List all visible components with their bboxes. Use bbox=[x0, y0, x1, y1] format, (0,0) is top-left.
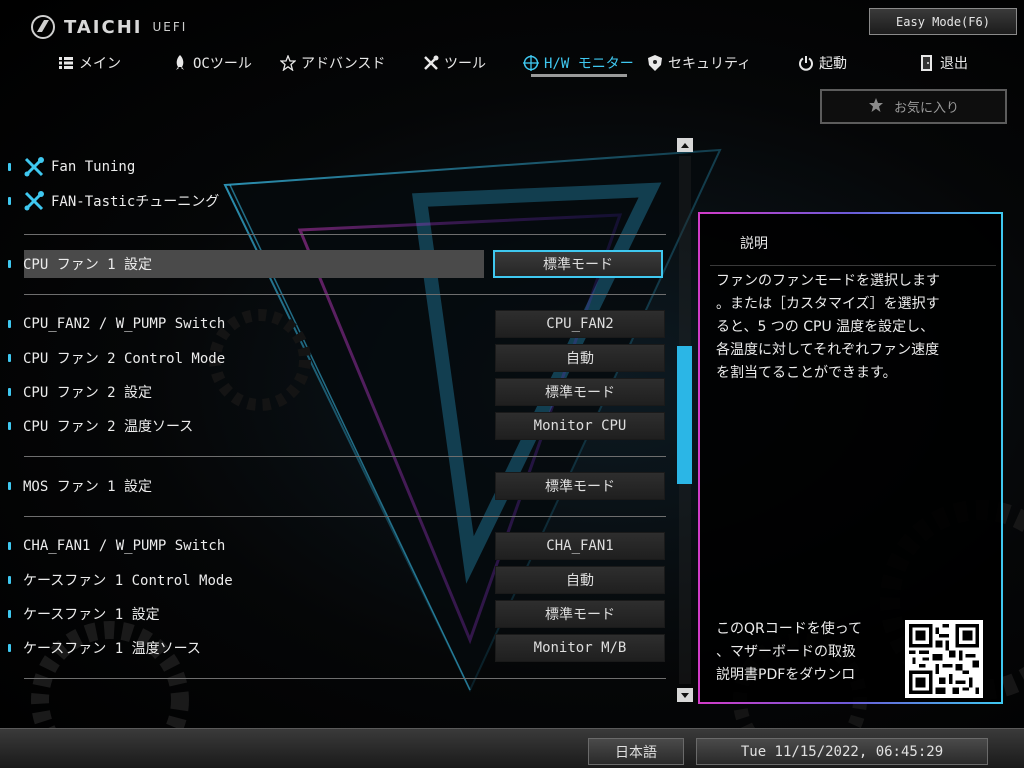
power-icon bbox=[798, 55, 814, 71]
row-bullet bbox=[8, 260, 11, 268]
qr-code-icon bbox=[909, 624, 979, 694]
cpu-fan2-switch-value[interactable]: CPU_FAN2 bbox=[495, 310, 665, 338]
scrollbar-thumb[interactable] bbox=[677, 346, 692, 484]
tab-label: OCツール bbox=[193, 56, 252, 72]
logo-subtext: UEFI bbox=[152, 20, 188, 34]
description-divider bbox=[710, 265, 996, 266]
tab-tools[interactable]: ツール bbox=[423, 50, 486, 76]
description-body: ファンのファンモードを選択します 。または［カスタマイズ］を選択す ると、5 つ… bbox=[716, 273, 940, 381]
tab-boot[interactable]: 起動 bbox=[798, 50, 847, 76]
cpu-fan2-setting-value[interactable]: 標準モード bbox=[495, 378, 665, 406]
row-label: CPU ファン 2 設定 bbox=[23, 385, 153, 401]
separator bbox=[24, 516, 666, 517]
triangle-down-icon bbox=[681, 692, 689, 698]
tab-label: H/W モニター bbox=[544, 56, 634, 72]
case-fan1-control-mode-value[interactable]: 自動 bbox=[495, 566, 665, 594]
row-label: CPU ファン 2 Control Mode bbox=[23, 351, 226, 367]
separator bbox=[24, 678, 666, 679]
row-label: CPU_FAN2 / W_PUMP Switch bbox=[23, 316, 226, 332]
cpu-fan2-control-mode-value[interactable]: 自動 bbox=[495, 344, 665, 372]
footer-bar: 日本語 Tue 11/15/2022, 06:45:29 bbox=[0, 728, 1024, 768]
cpu-fan2-temp-source-value[interactable]: Monitor CPU bbox=[495, 412, 665, 440]
tab-label: 起動 bbox=[819, 56, 847, 72]
case-fan1-setting-value[interactable]: 標準モード bbox=[495, 600, 665, 628]
tab-label: セキュリティ bbox=[668, 56, 752, 72]
row-bullet bbox=[8, 542, 11, 550]
exit-door-icon bbox=[919, 55, 935, 71]
taichi-logo: TAICHI UEFI bbox=[30, 14, 187, 40]
row-label: CPU ファン 2 温度ソース bbox=[23, 419, 194, 435]
favorites-button[interactable]: お気に入り bbox=[820, 89, 1007, 124]
language-button[interactable]: 日本語 bbox=[588, 738, 684, 765]
separator bbox=[24, 456, 666, 457]
easy-mode-button[interactable]: Easy Mode(F6) bbox=[869, 8, 1017, 35]
description-panel: 説明 ファンのファンモードを選択します 。または［カスタマイズ］を選択す ると、… bbox=[698, 212, 1003, 704]
row-bullet bbox=[8, 163, 11, 171]
active-tab-underline bbox=[531, 74, 627, 77]
logo-text: TAICHI bbox=[64, 16, 143, 38]
tab-label: ツール bbox=[444, 56, 486, 72]
tab-oc-tools[interactable]: OCツール bbox=[172, 50, 252, 76]
fan-tuning-link[interactable]: Fan Tuning bbox=[8, 153, 668, 181]
row-label: CHA_FAN1 / W_PUMP Switch bbox=[23, 538, 226, 554]
row-bullet bbox=[8, 576, 11, 584]
scroll-down-button[interactable] bbox=[677, 688, 693, 702]
datetime-display[interactable]: Tue 11/15/2022, 06:45:29 bbox=[696, 738, 988, 765]
main-nav: メイン OCツール アドバンスド ツール H/W モニター セキュリティ 起動 … bbox=[0, 50, 1024, 78]
tab-label: メイン bbox=[79, 56, 121, 72]
row-bullet bbox=[8, 197, 11, 205]
row-label: CPU ファン 1 設定 bbox=[23, 257, 153, 273]
manual-qr-code bbox=[905, 620, 983, 698]
separator bbox=[24, 234, 666, 235]
row-bullet bbox=[8, 644, 11, 652]
fan-tastic-tuning-link[interactable]: FAN-Tasticチューニング bbox=[8, 187, 668, 215]
shield-icon bbox=[647, 55, 663, 71]
tab-security[interactable]: セキュリティ bbox=[647, 50, 751, 76]
separator bbox=[24, 294, 666, 295]
cha-fan1-switch-value[interactable]: CHA_FAN1 bbox=[495, 532, 665, 560]
tools-icon bbox=[24, 191, 44, 211]
row-label: ケースファン 1 設定 bbox=[23, 607, 160, 623]
row-bullet bbox=[8, 482, 11, 490]
scroll-up-button[interactable] bbox=[677, 138, 693, 152]
rocket-icon bbox=[172, 55, 188, 71]
row-label: FAN-Tasticチューニング bbox=[51, 194, 220, 210]
row-bullet bbox=[8, 320, 11, 328]
tab-exit[interactable]: 退出 bbox=[919, 50, 968, 76]
row-label: ケースファン 1 Control Mode bbox=[23, 573, 233, 589]
tab-hw-monitor[interactable]: H/W モニター bbox=[523, 50, 634, 76]
tools-icon bbox=[423, 55, 439, 71]
description-title: 説明 bbox=[740, 236, 768, 252]
mos-fan1-setting-value[interactable]: 標準モード bbox=[495, 472, 665, 500]
tab-label: アドバンスド bbox=[301, 56, 386, 72]
qr-description: このQRコードを使って 、マザーボードの取扱 説明書PDFをダウンロ bbox=[716, 621, 863, 683]
taichi-emblem-icon bbox=[31, 15, 55, 39]
tools-icon bbox=[24, 157, 44, 177]
tab-advanced[interactable]: アドバンスド bbox=[280, 50, 385, 76]
row-label: ケースファン 1 温度ソース bbox=[23, 641, 201, 657]
row-bullet bbox=[8, 422, 11, 430]
star-icon bbox=[868, 97, 884, 117]
star-outline-icon bbox=[280, 55, 296, 71]
tab-main[interactable]: メイン bbox=[58, 50, 121, 76]
list-icon bbox=[58, 55, 74, 71]
triangle-up-icon bbox=[681, 142, 689, 148]
cpu-fan1-setting-value[interactable]: 標準モード bbox=[493, 250, 663, 278]
tab-label: 退出 bbox=[940, 56, 968, 72]
case-fan1-temp-source-value[interactable]: Monitor M/B bbox=[495, 634, 665, 662]
row-bullet bbox=[8, 388, 11, 396]
row-bullet bbox=[8, 354, 11, 362]
row-bullet bbox=[8, 610, 11, 618]
row-label: Fan Tuning bbox=[51, 159, 136, 175]
row-label: MOS ファン 1 設定 bbox=[23, 479, 153, 495]
monitor-target-icon bbox=[523, 55, 539, 71]
favorites-label: お気に入り bbox=[893, 101, 959, 116]
